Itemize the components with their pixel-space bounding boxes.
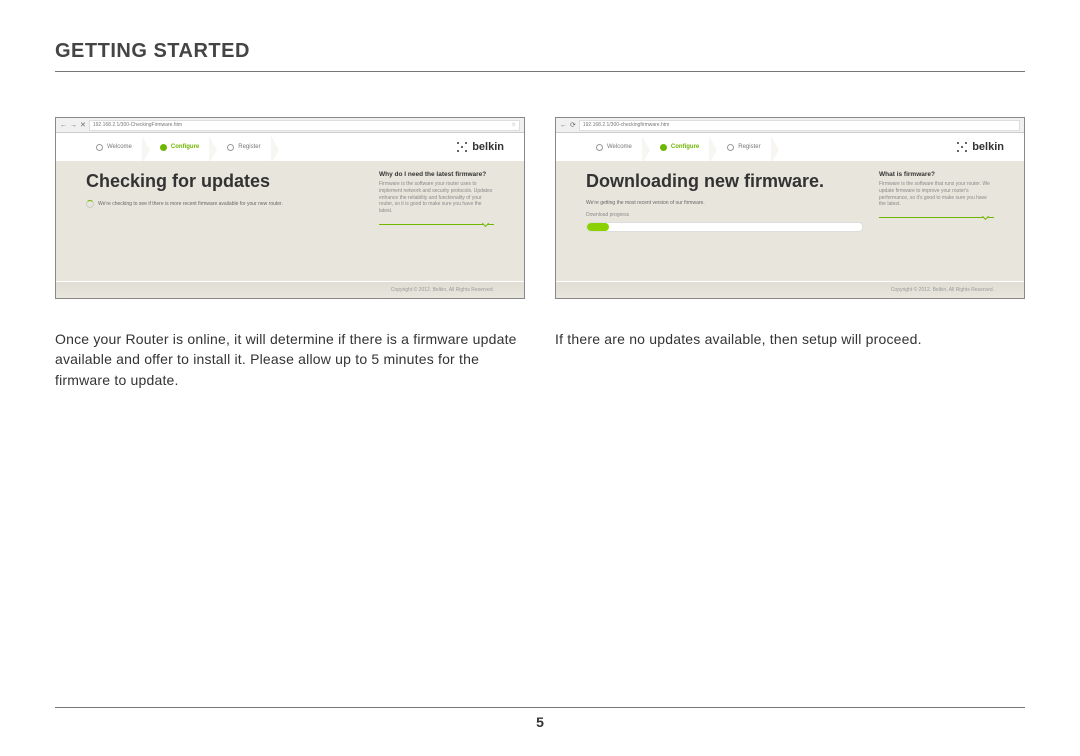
update-status-line: We're checking to see if there is more r… bbox=[86, 200, 361, 208]
info-underline bbox=[379, 221, 494, 225]
update-title: Checking for updates bbox=[86, 171, 361, 192]
page-footer: 5 bbox=[55, 707, 1025, 730]
right-column: ← ⟳ 192.168.2.1/300-checkingfirmware.htm… bbox=[555, 117, 1025, 390]
back-icon: ← bbox=[60, 122, 67, 129]
crumb-configure: Configure bbox=[150, 144, 217, 151]
info-side-title: What is firmware? bbox=[879, 171, 994, 178]
screenshot-downloading-firmware: ← ⟳ 192.168.2.1/300-checkingfirmware.htm… bbox=[555, 117, 1025, 299]
bookmark-icon: ☆ bbox=[512, 122, 516, 128]
forward-icon: → bbox=[70, 122, 77, 129]
left-caption: Once your Router is online, it will dete… bbox=[55, 329, 525, 390]
belkin-logo: belkin bbox=[457, 141, 504, 153]
crumb-register: Register bbox=[717, 144, 778, 151]
info-side-title: Why do I need the latest firmware? bbox=[379, 171, 494, 178]
right-caption: If there are no updates available, then … bbox=[555, 329, 1025, 349]
screenshot-footer: Copyright © 2012. Belkin, All Rights Res… bbox=[556, 281, 1024, 298]
reload-icon: ⟳ bbox=[570, 121, 576, 129]
progress-fill bbox=[587, 223, 609, 231]
crumb-welcome: Welcome bbox=[586, 144, 650, 151]
download-title: Downloading new firmware. bbox=[586, 171, 861, 192]
screenshot-footer: Copyright © 2012. Belkin, All Rights Res… bbox=[56, 281, 524, 298]
back-icon: ← bbox=[560, 122, 567, 129]
crumb-configure: Configure bbox=[650, 144, 717, 151]
progress-label: Download progress bbox=[586, 212, 861, 218]
screenshot-checking-updates: ← → ✕ 192.168.2.1/300-CheckingFirmware.h… bbox=[55, 117, 525, 299]
info-side-body: Firmware is the software that runs your … bbox=[879, 181, 994, 208]
setup-breadcrumb: Welcome Configure Register belkin bbox=[556, 133, 1024, 161]
browser-address-bar: ← → ✕ 192.168.2.1/300-CheckingFirmware.h… bbox=[56, 118, 524, 133]
left-column: ← → ✕ 192.168.2.1/300-CheckingFirmware.h… bbox=[55, 117, 525, 390]
url-text: 192.168.2.1/300-checkingfirmware.htm bbox=[583, 122, 669, 128]
crumb-register: Register bbox=[217, 144, 278, 151]
info-side-body: Firmware is the software your router use… bbox=[379, 181, 494, 215]
progress-bar bbox=[586, 222, 863, 232]
page-number: 5 bbox=[536, 714, 544, 730]
section-heading: GETTING STARTED bbox=[55, 40, 1025, 72]
close-icon: ✕ bbox=[80, 121, 86, 129]
download-subline: We're getting the most recent version of… bbox=[586, 200, 705, 206]
belkin-logo-icon bbox=[457, 142, 468, 153]
info-underline bbox=[879, 214, 994, 218]
url-text: 192.168.2.1/300-CheckingFirmware.htm bbox=[93, 122, 182, 128]
belkin-logo-icon bbox=[957, 142, 968, 153]
crumb-welcome: Welcome bbox=[86, 144, 150, 151]
spinner-icon bbox=[86, 200, 94, 208]
browser-address-bar: ← ⟳ 192.168.2.1/300-checkingfirmware.htm bbox=[556, 118, 1024, 133]
belkin-logo: belkin bbox=[957, 141, 1004, 153]
setup-breadcrumb: Welcome Configure Register belkin bbox=[56, 133, 524, 161]
